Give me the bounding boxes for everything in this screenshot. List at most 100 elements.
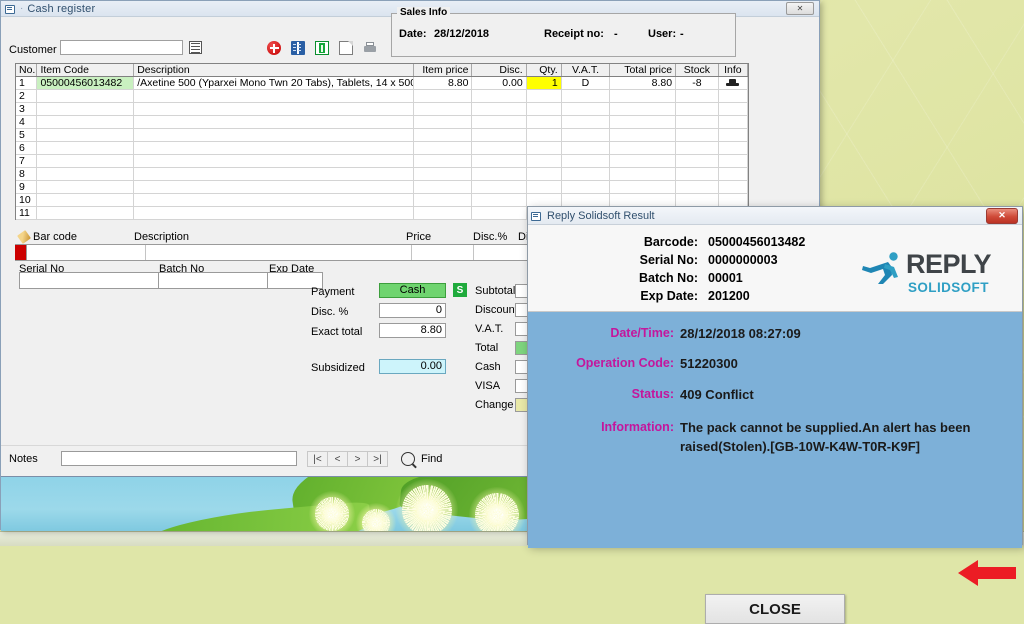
cell-qty[interactable] [527, 155, 562, 167]
col-header-vat[interactable]: V.A.T. [562, 64, 611, 76]
cell-item-price[interactable] [414, 116, 473, 128]
cell-disc[interactable] [472, 194, 527, 206]
items-grid[interactable]: No. Item Code Description Item price Dis… [15, 63, 749, 220]
cell-vat[interactable] [562, 90, 611, 102]
cell-item-price[interactable] [414, 181, 473, 193]
cell-total-price[interactable]: 8.80 [610, 77, 677, 89]
cell-qty[interactable]: 1 [526, 77, 562, 89]
cell-item-code[interactable] [37, 207, 135, 219]
cell-description[interactable] [134, 90, 415, 102]
cell-vat[interactable] [562, 168, 611, 180]
col-header-total-price[interactable]: Total price [610, 64, 677, 76]
cell-item-code[interactable] [37, 155, 135, 167]
cell-disc[interactable] [472, 103, 527, 115]
cell-vat[interactable] [562, 181, 611, 193]
cell-no[interactable]: 10 [16, 194, 38, 206]
cell-item-code[interactable] [37, 142, 135, 154]
customer-input[interactable] [60, 40, 183, 55]
cell-item-code[interactable] [37, 90, 135, 102]
cell-total-price[interactable] [610, 194, 677, 206]
cell-item-price[interactable] [414, 129, 473, 141]
cell-vat[interactable] [562, 116, 611, 128]
cell-disc[interactable] [472, 116, 527, 128]
table-row[interactable]: 7 [16, 155, 748, 168]
cell-info[interactable] [719, 103, 748, 115]
cell-item-price[interactable] [414, 194, 473, 206]
cell-vat[interactable] [562, 194, 611, 206]
cell-vat[interactable]: D [562, 77, 611, 89]
cell-item-code[interactable]: 05000456013482 [37, 77, 135, 89]
col-header-description[interactable]: Description [134, 64, 415, 76]
cell-description[interactable] [134, 155, 415, 167]
cell-stock[interactable] [676, 116, 719, 128]
cell-description[interactable] [134, 207, 415, 219]
nav-next-button[interactable]: > [347, 451, 368, 467]
table-row[interactable]: 8 [16, 168, 748, 181]
cell-disc[interactable] [472, 181, 527, 193]
cell-disc[interactable] [472, 207, 527, 219]
cell-item-code[interactable] [37, 168, 135, 180]
printer-icon[interactable] [363, 41, 377, 55]
col-header-item-code[interactable]: Item Code [37, 64, 135, 76]
cell-total-price[interactable] [610, 181, 677, 193]
price-input[interactable] [412, 245, 474, 260]
cell-stock[interactable] [676, 155, 719, 167]
cell-no[interactable]: 9 [16, 181, 38, 193]
cell-description[interactable] [134, 142, 415, 154]
cell-disc[interactable]: 0.00 [472, 77, 527, 89]
cell-info[interactable] [719, 116, 748, 128]
cell-info[interactable] [719, 77, 748, 89]
cell-vat[interactable] [562, 155, 611, 167]
cell-total-price[interactable] [610, 129, 677, 141]
table-row[interactable]: 5 [16, 129, 748, 142]
subsidized-input[interactable]: 0.00 [379, 359, 446, 374]
cell-description[interactable] [134, 116, 415, 128]
cell-item-price[interactable] [414, 155, 473, 167]
dialog-titlebar[interactable]: Reply Solidsoft Result ✕ [528, 207, 1022, 225]
cell-description[interactable] [134, 181, 415, 193]
cell-vat[interactable] [562, 103, 611, 115]
col-header-no[interactable]: No. [16, 64, 38, 76]
cell-stock[interactable] [676, 194, 719, 206]
cell-info[interactable] [719, 194, 748, 206]
cell-stock[interactable] [676, 168, 719, 180]
white-page-icon[interactable] [339, 41, 353, 55]
payment-s-button[interactable]: S [453, 283, 467, 297]
window-close-button[interactable]: ✕ [786, 2, 814, 15]
cell-info[interactable] [719, 142, 748, 154]
cell-info[interactable] [719, 90, 748, 102]
cell-info[interactable] [719, 155, 748, 167]
cell-description[interactable] [134, 168, 415, 180]
cell-vat[interactable] [562, 129, 611, 141]
exact-total-input[interactable]: 8.80 [379, 323, 446, 338]
cell-no[interactable]: 3 [16, 103, 38, 115]
cell-no[interactable]: 8 [16, 168, 38, 180]
cell-no[interactable]: 1 [16, 77, 38, 89]
cell-description[interactable] [134, 103, 415, 115]
serial-no-input[interactable] [19, 272, 159, 289]
cell-item-price[interactable] [414, 142, 473, 154]
nav-first-button[interactable]: |< [307, 451, 328, 467]
cell-qty[interactable] [527, 116, 562, 128]
cell-disc[interactable] [472, 168, 527, 180]
payment-method-value[interactable]: Cash [379, 283, 446, 298]
hat-icon[interactable] [726, 78, 740, 88]
cell-total-price[interactable] [610, 168, 677, 180]
cell-item-code[interactable] [37, 194, 135, 206]
find-button[interactable]: Find [401, 450, 465, 467]
cell-item-code[interactable] [37, 103, 135, 115]
cell-stock[interactable] [676, 129, 719, 141]
col-header-item-price[interactable]: Item price [414, 64, 473, 76]
cell-disc[interactable] [472, 142, 527, 154]
nav-prev-button[interactable]: < [327, 451, 348, 467]
cell-no[interactable]: 5 [16, 129, 38, 141]
disc-pct-input[interactable]: 0 [379, 303, 446, 318]
cell-qty[interactable] [527, 129, 562, 141]
nav-last-button[interactable]: >| [367, 451, 388, 467]
cell-item-code[interactable] [37, 129, 135, 141]
cell-description[interactable] [134, 194, 415, 206]
cell-disc[interactable] [472, 129, 527, 141]
cell-disc[interactable] [472, 90, 527, 102]
description-input[interactable] [146, 245, 412, 260]
table-row[interactable]: 9 [16, 181, 748, 194]
